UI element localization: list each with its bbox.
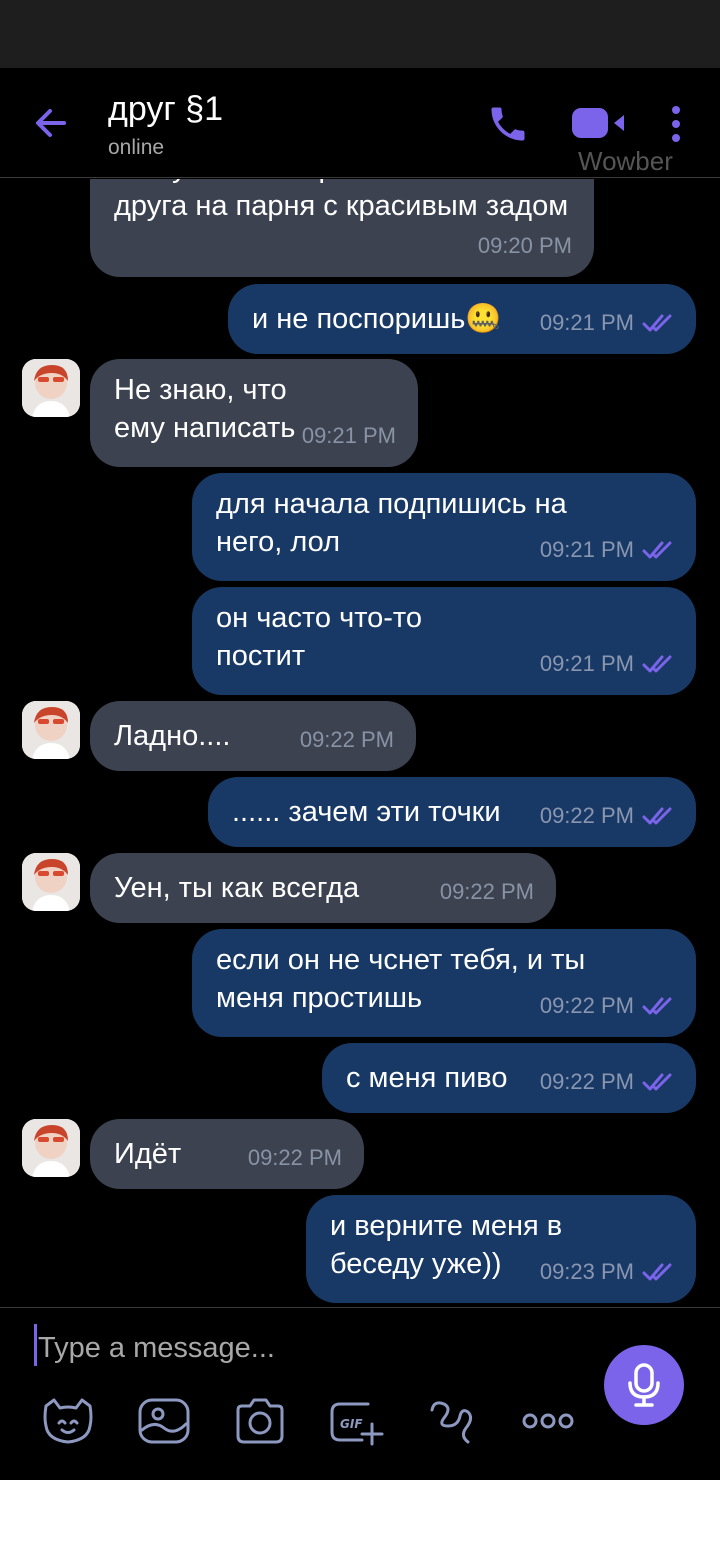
message-text: он часто что-то постит bbox=[216, 602, 423, 672]
avatar-image bbox=[22, 359, 80, 417]
contact-name[interactable]: друг §1 bbox=[108, 90, 223, 129]
time-label: 09:22 PM bbox=[539, 803, 634, 828]
read-ticks-icon bbox=[642, 655, 672, 673]
read-ticks-icon bbox=[642, 1073, 672, 1091]
contact-avatar[interactable] bbox=[22, 1119, 80, 1177]
microphone-icon bbox=[628, 1363, 660, 1407]
read-ticks-icon bbox=[642, 541, 672, 559]
gallery-button[interactable] bbox=[136, 1396, 192, 1446]
message-time: 09:22 PM bbox=[540, 1063, 674, 1101]
avatar-image bbox=[22, 1119, 80, 1177]
time-label: 09:21 PM bbox=[539, 537, 634, 562]
back-button[interactable] bbox=[30, 103, 78, 143]
contact-avatar[interactable] bbox=[22, 701, 80, 759]
time-label: 09:21 PM bbox=[539, 310, 634, 335]
sticker-icon bbox=[43, 1398, 93, 1444]
message-bubble-incoming[interactable]: Не знаю, что ему написать 09:21 PM bbox=[90, 359, 418, 467]
time-label: 09:22 PM bbox=[247, 1145, 342, 1170]
message-time: 09:23 PM bbox=[540, 1253, 674, 1291]
message-bubble-incoming[interactable]: ты буквально променял друга на парня с к… bbox=[90, 179, 594, 277]
back-arrow-icon bbox=[36, 109, 66, 137]
message-bubble-outgoing[interactable]: ...... зачем эти точки 09:22 PM bbox=[208, 777, 696, 847]
camera-icon bbox=[236, 1398, 284, 1444]
time-label: 09:20 PM bbox=[477, 233, 572, 258]
time-label: 09:22 PM bbox=[299, 727, 394, 752]
avatar-image bbox=[22, 701, 80, 759]
text-cursor bbox=[34, 1324, 37, 1366]
sticker-button[interactable] bbox=[40, 1396, 96, 1446]
message-text: друга на парня с красивым задом bbox=[114, 190, 569, 222]
doodle-button[interactable] bbox=[424, 1396, 480, 1446]
more-options-button[interactable] bbox=[520, 1396, 576, 1446]
message-time: 09:21 PM bbox=[540, 531, 674, 569]
message-bubble-incoming[interactable]: Идёт 09:22 PM bbox=[90, 1119, 364, 1189]
time-label: 09:23 PM bbox=[539, 1259, 634, 1284]
message-time: 09:20 PM bbox=[478, 227, 572, 265]
message-time: 09:22 PM bbox=[300, 721, 394, 759]
video-camera-icon bbox=[572, 108, 624, 138]
message-time: 09:21 PM bbox=[302, 417, 396, 455]
voice-call-button[interactable] bbox=[486, 102, 530, 146]
avatar-image bbox=[22, 853, 80, 911]
read-ticks-icon bbox=[642, 807, 672, 825]
message-bubble-outgoing[interactable]: для начала подпишись на него, лол 09:21 … bbox=[192, 473, 696, 581]
video-call-button[interactable] bbox=[570, 106, 628, 140]
time-label: 09:21 PM bbox=[301, 423, 396, 448]
message-composer: GIF bbox=[0, 1307, 720, 1480]
message-bubble-outgoing[interactable]: и верните меня в беседу уже)) 09:23 PM bbox=[306, 1195, 696, 1303]
message-bubble-incoming[interactable]: Ладно.... 09:22 PM bbox=[90, 701, 416, 771]
time-label: 09:21 PM bbox=[539, 651, 634, 676]
gallery-icon bbox=[138, 1398, 190, 1444]
contact-status: online bbox=[108, 136, 165, 159]
time-label: 09:22 PM bbox=[539, 1069, 634, 1094]
time-label: 09:22 PM bbox=[439, 879, 534, 904]
voice-message-button[interactable] bbox=[604, 1345, 684, 1425]
message-time: 09:21 PM bbox=[540, 645, 674, 683]
message-bubble-outgoing[interactable]: он часто что-то постит 09:21 PM bbox=[192, 587, 696, 695]
contact-avatar[interactable] bbox=[22, 359, 80, 417]
message-time: 09:21 PM bbox=[540, 304, 674, 342]
phone-icon bbox=[491, 107, 525, 141]
message-text: ты буквально променял bbox=[114, 179, 570, 187]
message-bubble-incoming[interactable]: Уен, ты как всегда 09:22 PM bbox=[90, 853, 556, 923]
message-input[interactable] bbox=[38, 1326, 558, 1370]
watermark: Wowber bbox=[578, 146, 673, 176]
gif-button[interactable]: GIF bbox=[328, 1396, 384, 1446]
message-bubble-outgoing[interactable]: если он не чснет тебя, и ты меня простиш… bbox=[192, 929, 696, 1037]
read-ticks-icon bbox=[642, 314, 672, 332]
message-list[interactable]: ты буквально променял друга на парня с к… bbox=[0, 179, 720, 1307]
vertical-dots-icon bbox=[672, 106, 680, 142]
more-options-icon bbox=[522, 1413, 574, 1429]
svg-text:GIF: GIF bbox=[340, 1417, 363, 1431]
message-time: 09:22 PM bbox=[540, 797, 674, 835]
status-bar bbox=[0, 0, 720, 68]
system-navigation-bar bbox=[0, 1480, 720, 1560]
contact-avatar[interactable] bbox=[22, 853, 80, 911]
message-time: 09:22 PM bbox=[440, 873, 534, 911]
more-menu-button[interactable] bbox=[666, 102, 686, 146]
gif-icon: GIF bbox=[330, 1402, 384, 1446]
message-time: 09:22 PM bbox=[248, 1139, 342, 1177]
read-ticks-icon bbox=[642, 997, 672, 1015]
time-label: 09:22 PM bbox=[539, 993, 634, 1018]
message-bubble-outgoing[interactable]: и не поспоришь🤐 09:21 PM bbox=[228, 284, 696, 354]
camera-button[interactable] bbox=[232, 1396, 288, 1446]
message-time: 09:22 PM bbox=[540, 987, 674, 1025]
doodle-icon bbox=[430, 1401, 473, 1444]
read-ticks-icon bbox=[642, 1263, 672, 1281]
message-bubble-outgoing[interactable]: с меня пиво 09:22 PM bbox=[322, 1043, 696, 1113]
chat-header: друг §1 online Wowber bbox=[0, 68, 720, 178]
